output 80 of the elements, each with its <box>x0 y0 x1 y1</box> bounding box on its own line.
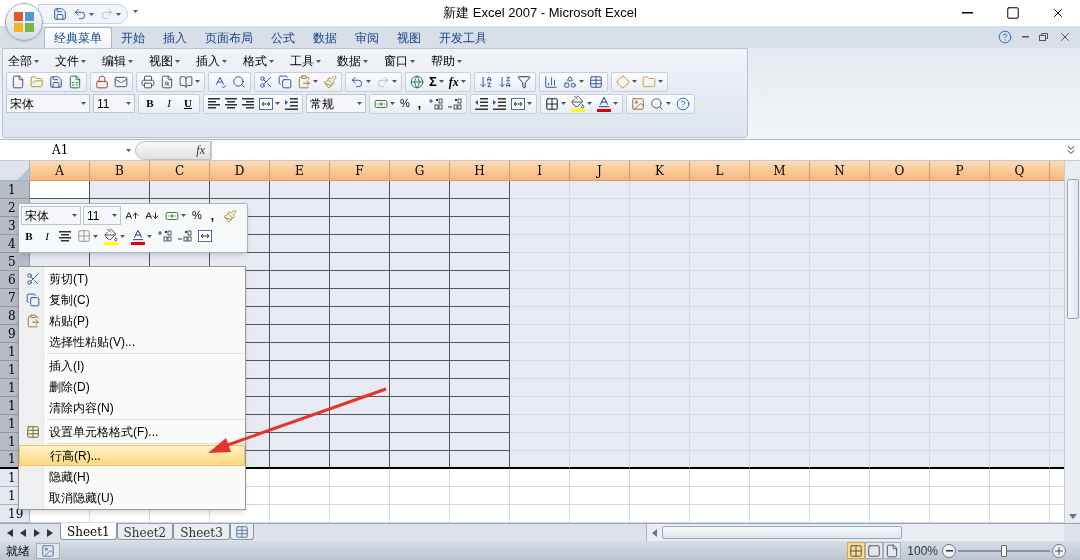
comma-button[interactable]: , <box>205 206 220 225</box>
ribbon-tab[interactable]: 开发工具 <box>430 27 496 48</box>
column-header[interactable]: L <box>690 161 750 181</box>
column-header[interactable]: O <box>870 161 930 181</box>
row-number: 4 <box>8 235 16 253</box>
bold-button[interactable]: B <box>141 94 159 113</box>
menu-item[interactable]: 编辑 <box>102 52 133 70</box>
row-number: 1 <box>8 361 16 379</box>
sheet-tab[interactable]: Sheet3 <box>173 524 230 540</box>
row-number: 1 <box>8 433 16 451</box>
ribbon-tab[interactable]: 插入 <box>154 27 196 48</box>
underline-button[interactable]: U <box>179 94 197 113</box>
column-header[interactable]: J <box>570 161 630 181</box>
ribbon-tab[interactable]: 视图 <box>388 27 430 48</box>
column-header[interactable]: B <box>90 161 150 181</box>
column-header[interactable]: F <box>330 161 390 181</box>
ribbon-tab[interactable]: 页面布局 <box>196 27 262 48</box>
column-header[interactable]: M <box>750 161 810 181</box>
row-number: 5 <box>8 253 16 271</box>
row-number: 1 <box>8 469 16 487</box>
menu-item[interactable]: 工具 <box>290 52 321 70</box>
menu-item[interactable]: 文件 <box>55 52 86 70</box>
context-menu-item[interactable]: 行高(R)... <box>19 445 245 466</box>
font-select[interactable]: 宋体 <box>6 94 90 113</box>
row-number: 1 <box>8 451 16 468</box>
menu-item[interactable]: 全部 <box>8 52 39 70</box>
row-number: 3 <box>8 217 16 235</box>
ribbon-tab[interactable]: 公式 <box>262 27 304 48</box>
row-number: 6 <box>8 271 16 289</box>
row-number: 1 <box>8 415 16 433</box>
percent-button[interactable]: % <box>190 206 204 225</box>
number-format-select[interactable]: 常规 <box>306 94 366 113</box>
ribbon-tab[interactable]: 审阅 <box>346 27 388 48</box>
column-header[interactable]: K <box>630 161 690 181</box>
column-header[interactable]: N <box>810 161 870 181</box>
column-header[interactable]: D <box>210 161 270 181</box>
comma-button[interactable]: , <box>412 94 427 113</box>
italic-button[interactable]: I <box>39 227 55 245</box>
column-header[interactable]: A <box>30 161 90 181</box>
menu-item[interactable]: 视图 <box>149 52 180 70</box>
status-text: 就绪 <box>5 542 31 560</box>
percent-button[interactable]: % <box>398 94 412 113</box>
ribbon-tab[interactable]: 数据 <box>304 27 346 48</box>
function-button[interactable]: fx <box>446 72 468 91</box>
column-header[interactable]: P <box>930 161 990 181</box>
row-number: 1 <box>8 379 16 397</box>
menu-item[interactable]: 帮助 <box>431 52 462 70</box>
font-size-select[interactable]: 11 <box>93 94 135 113</box>
function-label[interactable]: fx <box>196 141 205 159</box>
column-header[interactable]: H <box>450 161 510 181</box>
sheet-tab[interactable]: Sheet1 <box>60 523 117 540</box>
row-number: 9 <box>8 325 16 343</box>
menu-item[interactable]: 格式 <box>243 52 274 70</box>
row-header[interactable]: 1 <box>0 181 30 199</box>
row-number: 8 <box>8 307 16 325</box>
sum-button[interactable]: Σ <box>427 72 446 91</box>
window-title: 新建 Excel 2007 - Microsoft Excel <box>443 4 637 23</box>
column-header[interactable]: I <box>510 161 570 181</box>
row-header[interactable]: 5 <box>0 253 30 271</box>
column-header[interactable]: Q <box>990 161 1050 181</box>
menu-item[interactable]: 插入 <box>196 52 227 70</box>
column-header[interactable]: G <box>390 161 450 181</box>
sheet-tab[interactable]: Sheet2 <box>116 524 174 540</box>
row-number: 1 <box>8 343 16 361</box>
name-box[interactable]: A1 <box>0 140 135 160</box>
column-header[interactable]: C <box>150 161 210 181</box>
row-number: 1 <box>8 181 16 199</box>
font-select[interactable]: 宋体 <box>21 206 81 225</box>
row-number: 2 <box>8 199 16 217</box>
font-size-select[interactable]: 11 <box>83 206 121 225</box>
zoom-level[interactable]: 100% <box>907 541 938 560</box>
italic-button[interactable]: I <box>160 94 178 113</box>
menu-item[interactable]: 数据 <box>337 52 368 70</box>
column-header[interactable]: E <box>270 161 330 181</box>
row-number: 1 <box>8 397 16 415</box>
ribbon-tab[interactable]: 开始 <box>112 27 154 48</box>
row-number: 1 <box>8 487 16 505</box>
ribbon-tab[interactable]: 经典菜单 <box>44 27 112 48</box>
menu-item[interactable]: 窗口 <box>384 52 415 70</box>
row-number: 7 <box>8 289 16 307</box>
